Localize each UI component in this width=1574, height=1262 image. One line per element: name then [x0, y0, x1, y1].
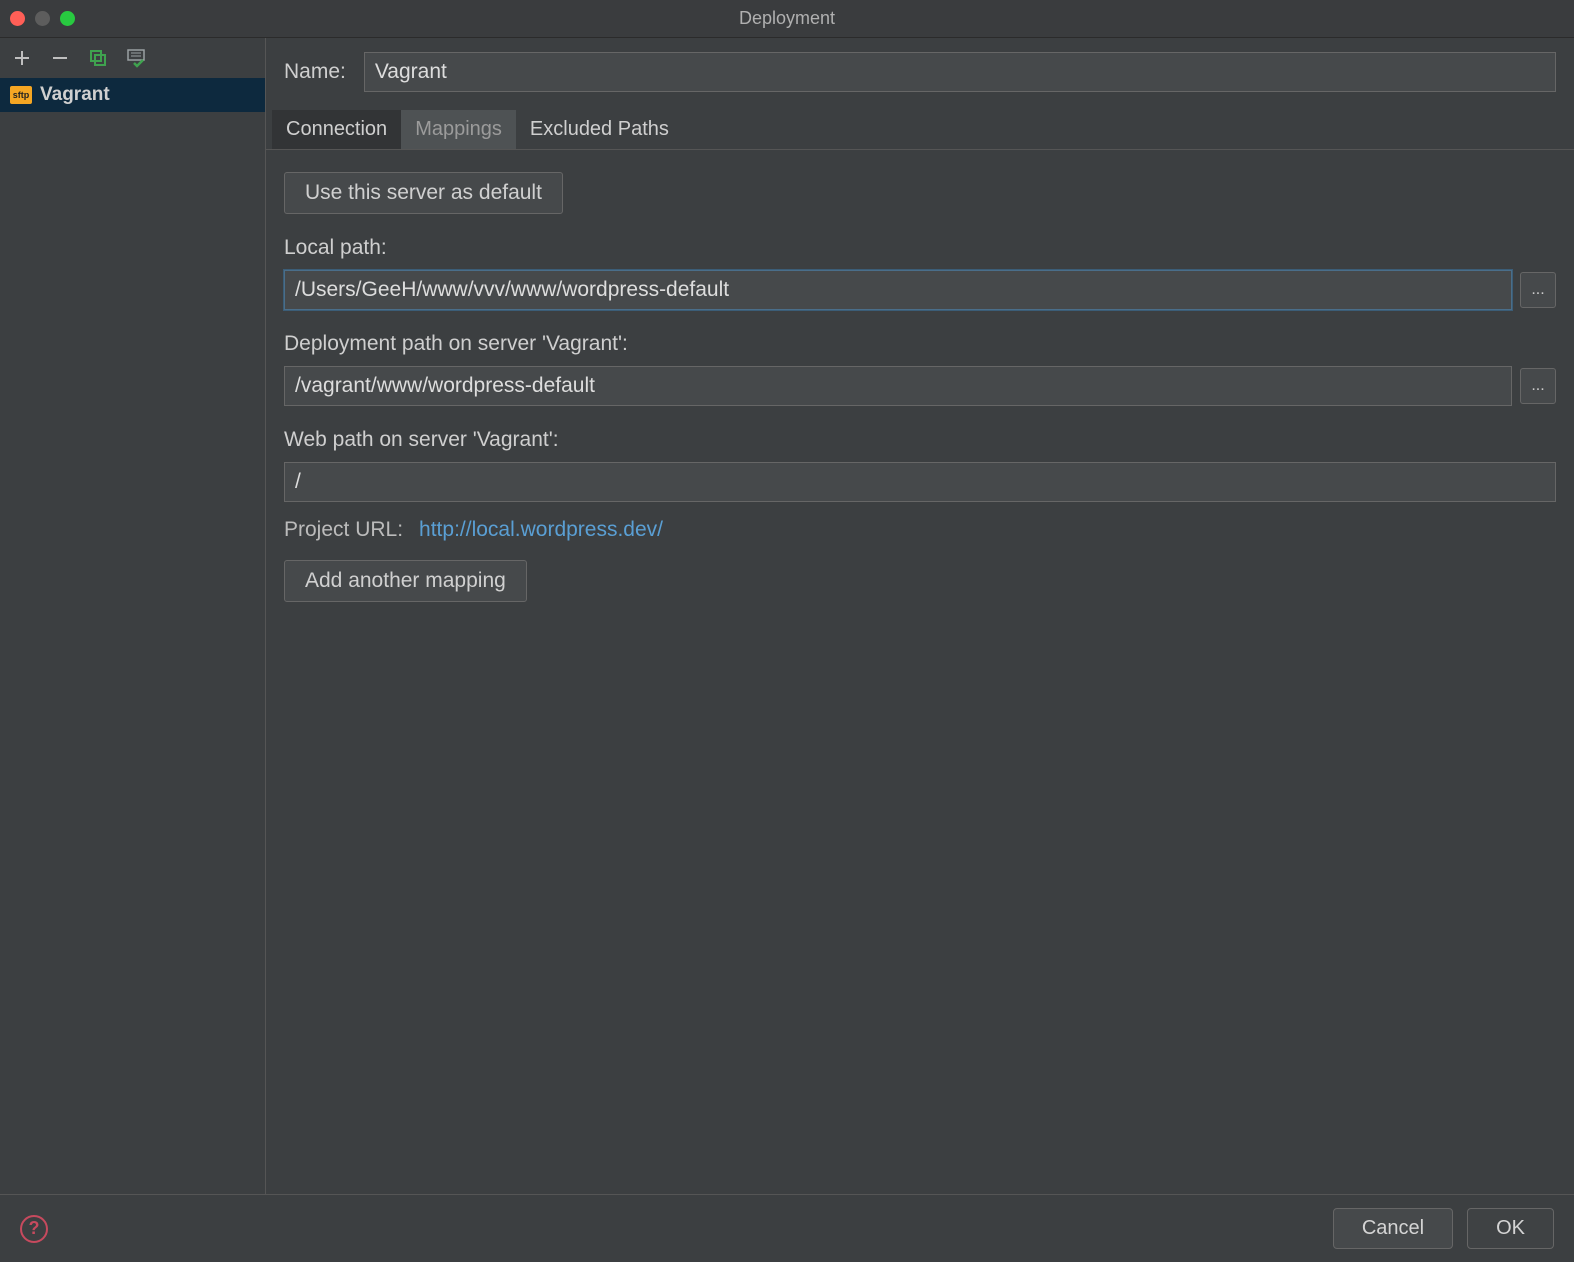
web-path-label: Web path on server 'Vagrant':	[284, 428, 1556, 452]
cancel-button[interactable]: Cancel	[1333, 1208, 1453, 1249]
server-item-label: Vagrant	[40, 84, 110, 106]
add-server-icon[interactable]	[12, 48, 32, 68]
tab-mappings[interactable]: Mappings	[401, 110, 516, 149]
deployment-path-label: Deployment path on server 'Vagrant':	[284, 332, 1556, 356]
tab-content: Use this server as default Local path: .…	[284, 150, 1556, 602]
main-panel: Name: Connection Mappings Excluded Paths…	[266, 38, 1574, 1194]
project-url-label: Project URL:	[284, 518, 403, 542]
use-default-button[interactable]: Use this server as default	[284, 172, 563, 214]
web-path-input[interactable]	[284, 462, 1556, 502]
name-input[interactable]	[364, 52, 1556, 92]
sftp-icon: sftp	[10, 86, 32, 104]
copy-server-icon[interactable]	[88, 48, 108, 68]
sidebar: sftp Vagrant	[0, 38, 266, 1194]
local-path-input[interactable]	[284, 270, 1512, 310]
set-default-icon[interactable]	[126, 48, 146, 68]
tabs: Connection Mappings Excluded Paths	[266, 110, 1574, 150]
server-item-vagrant[interactable]: sftp Vagrant	[0, 78, 265, 112]
deployment-path-browse-button[interactable]: ...	[1520, 368, 1556, 404]
project-url-link[interactable]: http://local.wordpress.dev/	[419, 518, 663, 542]
deployment-path-input[interactable]	[284, 366, 1512, 406]
footer: ? Cancel OK	[0, 1194, 1574, 1262]
local-path-browse-button[interactable]: ...	[1520, 272, 1556, 308]
server-list: sftp Vagrant	[0, 78, 265, 1194]
window-title: Deployment	[0, 8, 1574, 29]
tab-excluded-paths[interactable]: Excluded Paths	[516, 110, 683, 149]
name-label: Name:	[284, 60, 346, 84]
titlebar: Deployment	[0, 0, 1574, 38]
help-icon[interactable]: ?	[20, 1215, 48, 1243]
add-mapping-button[interactable]: Add another mapping	[284, 560, 527, 602]
ok-button[interactable]: OK	[1467, 1208, 1554, 1249]
remove-server-icon[interactable]	[50, 48, 70, 68]
sidebar-toolbar	[0, 38, 265, 78]
tab-connection[interactable]: Connection	[272, 110, 401, 149]
local-path-label: Local path:	[284, 236, 1556, 260]
